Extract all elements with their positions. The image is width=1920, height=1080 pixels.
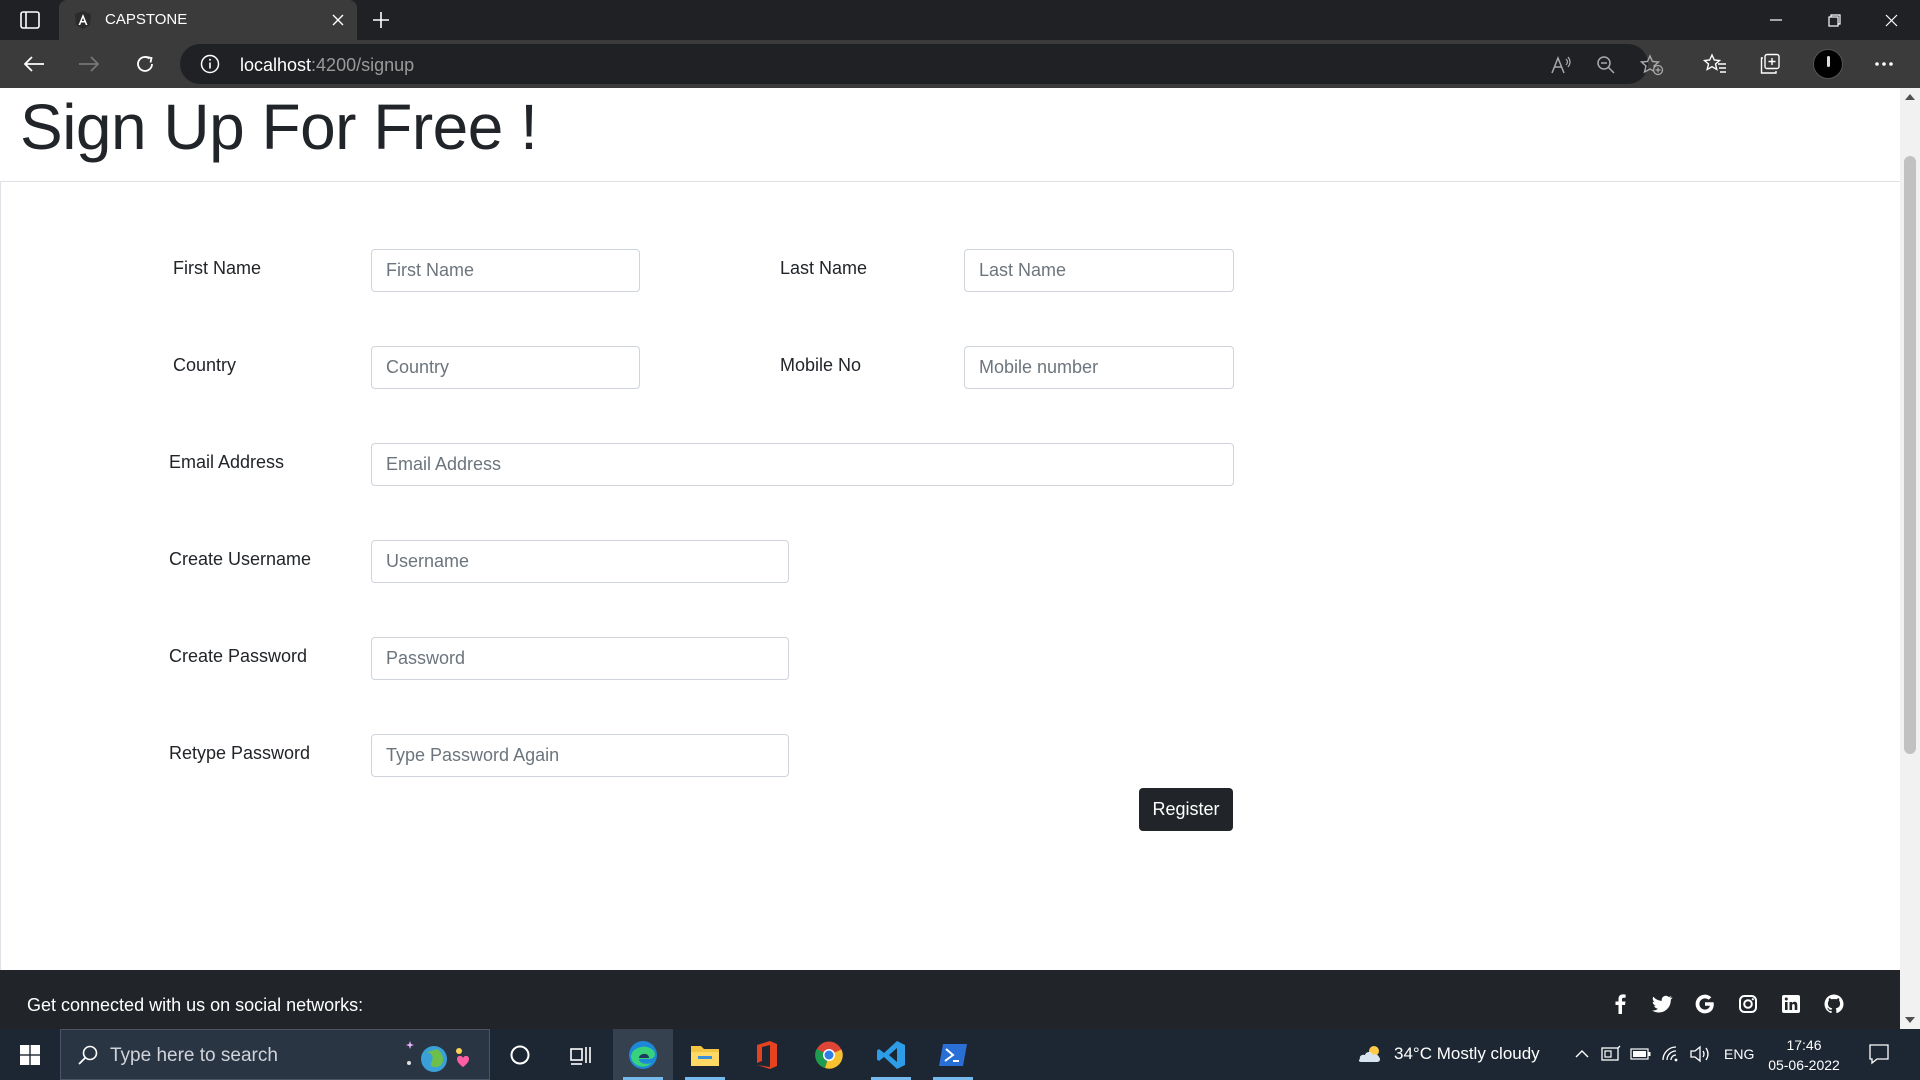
- page-viewport: Sign Up For Free ! First Name Last Name …: [0, 88, 1900, 1029]
- clock-time: 17:46: [1786, 1037, 1822, 1053]
- google-icon[interactable]: [1693, 992, 1717, 1016]
- clock-date: 05-06-2022: [1768, 1057, 1840, 1073]
- minimize-icon[interactable]: [1747, 0, 1805, 40]
- battery-icon[interactable]: [1630, 1043, 1652, 1065]
- country-label: Country: [173, 355, 237, 375]
- wifi-icon[interactable]: [1660, 1043, 1682, 1065]
- office-icon[interactable]: [737, 1029, 797, 1080]
- register-button[interactable]: Register: [1139, 788, 1233, 831]
- profile-avatar[interactable]: [1813, 49, 1843, 79]
- notification-center-icon[interactable]: [1868, 1043, 1890, 1065]
- restore-icon[interactable]: [1805, 0, 1863, 40]
- taskbar-search-box[interactable]: Type here to search: [60, 1029, 490, 1080]
- weather-text[interactable]: 34°C Mostly cloudy: [1394, 1044, 1540, 1064]
- first-name-input[interactable]: [371, 249, 640, 292]
- footer-social-text: Get connected with us on social networks…: [27, 995, 364, 1015]
- browser-toolbar: localhost:4200/signup: [0, 40, 1920, 88]
- footer: Get connected with us on social networks…: [0, 970, 1900, 1029]
- vscode-icon[interactable]: [861, 1029, 921, 1080]
- mobile-input[interactable]: [964, 346, 1234, 389]
- browser-tab-strip: CAPSTONE: [0, 0, 1920, 40]
- page-header: Sign Up For Free !: [0, 88, 1900, 182]
- username-label: Create Username: [169, 549, 312, 569]
- linkedin-icon[interactable]: [1779, 992, 1803, 1016]
- last-name-label: Last Name: [780, 258, 868, 278]
- windows-taskbar: Type here to search 34°C Mostly cloudy E…: [0, 1029, 1920, 1080]
- instagram-icon[interactable]: [1736, 992, 1760, 1016]
- country-input[interactable]: [371, 346, 640, 389]
- twitter-icon[interactable]: [1650, 992, 1674, 1016]
- zoom-out-icon[interactable]: [1593, 52, 1619, 78]
- tab-actions-icon[interactable]: [14, 8, 46, 32]
- more-options-icon[interactable]: [1868, 48, 1900, 80]
- chrome-icon[interactable]: [799, 1029, 859, 1080]
- forward-icon[interactable]: [73, 48, 105, 80]
- meet-now-icon[interactable]: [1600, 1043, 1622, 1065]
- username-input[interactable]: [371, 540, 789, 583]
- url-text: localhost:4200/signup: [240, 55, 414, 76]
- close-window-icon[interactable]: [1862, 0, 1920, 40]
- search-highlight-icon: [406, 1041, 469, 1072]
- url-path: :4200/signup: [311, 55, 415, 75]
- show-hidden-icons-icon[interactable]: [1571, 1043, 1593, 1065]
- retype-password-input[interactable]: [371, 734, 789, 777]
- url-host: localhost: [240, 55, 312, 75]
- refresh-icon[interactable]: [129, 48, 161, 80]
- language-indicator[interactable]: ENG: [1724, 1046, 1754, 1062]
- weather-icon[interactable]: [1356, 1043, 1384, 1065]
- last-name-input[interactable]: [964, 249, 1234, 292]
- scrollbar-thumb[interactable]: [1904, 156, 1916, 754]
- task-view-icon[interactable]: [551, 1029, 611, 1080]
- add-favorite-icon[interactable]: [1639, 52, 1665, 78]
- page-title: Sign Up For Free !: [20, 91, 538, 163]
- first-name-label: First Name: [173, 258, 262, 278]
- favorites-icon[interactable]: [1699, 48, 1731, 80]
- volume-icon[interactable]: [1689, 1043, 1711, 1065]
- taskbar-clock[interactable]: 17:46 05-06-2022: [1762, 1035, 1846, 1075]
- file-explorer-icon[interactable]: [675, 1029, 735, 1080]
- page-scrollbar[interactable]: [1900, 88, 1920, 1029]
- password-input[interactable]: [371, 637, 789, 680]
- github-icon[interactable]: [1822, 992, 1846, 1016]
- email-label: Email Address: [169, 452, 285, 472]
- email-input[interactable]: [371, 443, 1234, 486]
- scroll-down-icon[interactable]: [1905, 1017, 1915, 1023]
- collections-icon[interactable]: [1754, 48, 1786, 80]
- new-tab-icon[interactable]: [368, 7, 394, 33]
- site-info-icon[interactable]: [200, 54, 220, 74]
- scroll-up-icon[interactable]: [1905, 94, 1915, 100]
- search-icon: [78, 1045, 98, 1065]
- retype-password-label: Retype Password: [169, 743, 311, 763]
- password-label: Create Password: [169, 646, 308, 666]
- tab-close-icon[interactable]: [327, 9, 349, 31]
- powershell-icon[interactable]: [923, 1029, 983, 1080]
- angular-favicon-icon: [75, 11, 91, 29]
- tab-title: CAPSTONE: [105, 11, 188, 28]
- edge-app-icon[interactable]: [613, 1029, 673, 1080]
- signup-form: First Name Last Name Country Mobile No E…: [0, 182, 1900, 970]
- address-bar[interactable]: localhost:4200/signup: [180, 44, 1664, 84]
- browser-tab[interactable]: CAPSTONE: [59, 0, 357, 40]
- windows-start-icon[interactable]: [0, 1029, 60, 1080]
- read-aloud-icon[interactable]: [1548, 52, 1574, 78]
- mobile-label: Mobile No: [780, 355, 862, 375]
- facebook-icon[interactable]: [1608, 992, 1632, 1016]
- search-placeholder: Type here to search: [110, 1045, 278, 1066]
- cortana-icon[interactable]: [490, 1029, 550, 1080]
- back-icon[interactable]: [18, 48, 50, 80]
